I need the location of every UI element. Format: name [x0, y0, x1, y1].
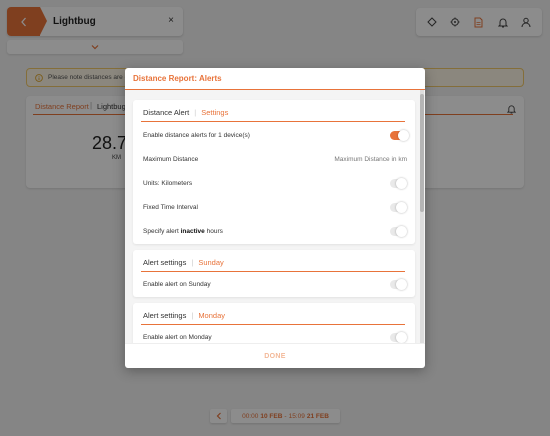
fixed-interval-label: Fixed Time Interval: [143, 203, 198, 211]
units-row: Units: Kilometers: [143, 176, 407, 190]
scrollbar-thumb[interactable]: [420, 94, 424, 212]
enable-distance-alerts-toggle[interactable]: [390, 129, 409, 141]
sunday-alert-section: Alert settings | Sunday Enable alert on …: [133, 250, 415, 297]
monday-alert-section: Alert settings | Monday Enable alert on …: [133, 303, 415, 343]
done-button[interactable]: DONE: [264, 353, 285, 360]
inactive-hours-toggle[interactable]: [390, 225, 407, 237]
section-divider: |: [194, 108, 197, 117]
section-divider: |: [191, 258, 194, 267]
tab-settings[interactable]: Settings: [201, 108, 228, 117]
fixed-interval-toggle[interactable]: [390, 201, 407, 213]
section-underline: [141, 121, 405, 122]
max-distance-label: Maximum Distance: [143, 155, 199, 163]
modal-body[interactable]: Distance Alert | Settings Enable distanc…: [125, 90, 425, 343]
alerts-modal: Distance Report: Alerts Distance Alert |…: [125, 68, 425, 368]
sunday-alert-label: Enable alert on Sunday: [143, 280, 211, 288]
tab-sunday[interactable]: Sunday: [198, 258, 223, 267]
section-underline: [141, 324, 405, 325]
sunday-alert-toggle[interactable]: [390, 278, 407, 290]
monday-alert-label: Enable alert on Monday: [143, 333, 212, 341]
section-label: Alert settings: [143, 258, 187, 267]
units-toggle[interactable]: [390, 177, 407, 189]
tab-monday[interactable]: Monday: [198, 311, 225, 320]
inactive-hours-label: Specify alert inactive hours: [143, 227, 223, 235]
section-header: Alert settings | Monday: [143, 311, 225, 320]
section-header: Distance Alert | Settings: [143, 108, 228, 117]
units-label: Units: Kilometers: [143, 179, 193, 187]
distance-alert-section: Distance Alert | Settings Enable distanc…: [133, 100, 415, 244]
monday-alert-row: Enable alert on Monday: [143, 330, 407, 343]
monday-alert-toggle[interactable]: [390, 331, 407, 343]
section-divider: |: [191, 311, 194, 320]
section-label: Alert settings: [143, 311, 187, 320]
section-label: Distance Alert: [143, 108, 190, 117]
modal-footer: DONE: [125, 343, 425, 368]
app-page: Lightbug × Please note distances are cal…: [0, 0, 550, 436]
enable-distance-alerts-row: Enable distance alerts for 1 device(s): [143, 128, 409, 142]
modal-title: Distance Report: Alerts: [133, 74, 222, 83]
enable-distance-alerts-label: Enable distance alerts for 1 device(s): [143, 131, 250, 139]
section-header: Alert settings | Sunday: [143, 258, 224, 267]
sunday-alert-row: Enable alert on Sunday: [143, 277, 407, 291]
max-distance-row: Maximum Distance Maximum Distance in km: [143, 152, 407, 166]
fixed-interval-row: Fixed Time Interval: [143, 200, 407, 214]
section-underline: [141, 271, 405, 272]
inactive-hours-row: Specify alert inactive hours: [143, 224, 407, 238]
max-distance-input[interactable]: Maximum Distance in km: [334, 156, 407, 163]
